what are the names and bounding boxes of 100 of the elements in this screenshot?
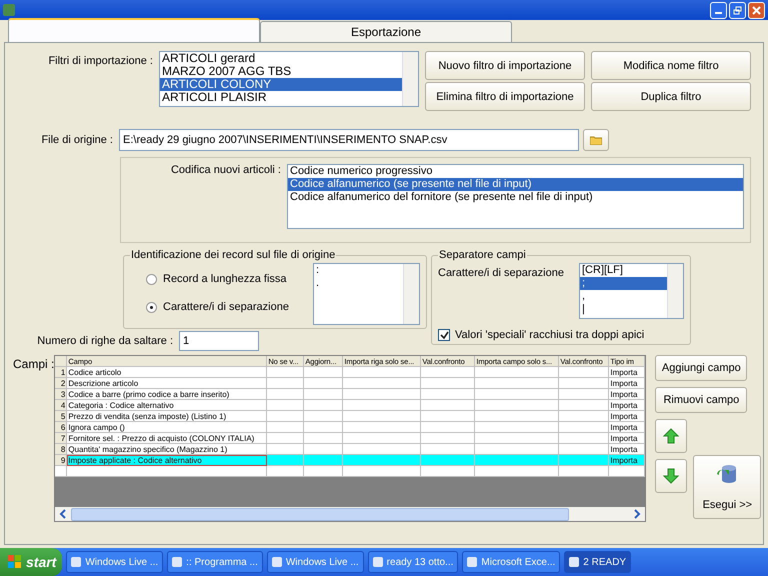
list-item[interactable]: ; <box>580 277 667 290</box>
up-arrow-icon <box>663 428 680 444</box>
database-icon <box>716 463 738 485</box>
taskbar-button[interactable]: 2 READY <box>564 551 632 573</box>
taskbar-button[interactable]: Windows Live ... <box>266 551 364 573</box>
restore-button[interactable] <box>729 2 746 18</box>
row-number: 4 <box>55 400 68 411</box>
minimize-icon <box>715 12 722 14</box>
table-row[interactable]: 6 Ignora campo () Importa <box>55 422 646 433</box>
list-item[interactable]: ARTICOLI PLAISIR <box>160 91 402 104</box>
list-item[interactable]: , <box>580 290 667 303</box>
coding-label: Codifica nuovi articoli : <box>170 164 282 176</box>
move-down-button[interactable] <box>655 459 688 493</box>
folder-icon <box>590 135 602 145</box>
list-item[interactable]: | <box>580 303 667 316</box>
list-item[interactable]: Codice numerico progressivo <box>288 165 743 178</box>
separator-list[interactable]: : . <box>313 263 420 325</box>
table-cell: Prezzo di vendita (senza imposte) (Listino 1) <box>67 411 268 422</box>
table-cell: Importa <box>609 400 646 411</box>
app-icon <box>3 4 15 16</box>
down-arrow-icon <box>663 468 680 484</box>
table-cell: Importa <box>609 422 646 433</box>
checkbox[interactable] <box>438 329 450 341</box>
tab[interactable]: Esportazione <box>260 21 512 42</box>
group-title: Separatore campi <box>438 249 527 261</box>
table-cell: Importa <box>609 378 646 389</box>
row-number: 8 <box>55 444 68 455</box>
row-number: 5 <box>55 411 68 422</box>
close-button[interactable] <box>748 2 765 18</box>
table-cell: Importa <box>609 433 646 444</box>
radio-button[interactable] <box>146 274 157 284</box>
list-item[interactable]: . <box>314 277 403 290</box>
windows-logo-icon <box>8 555 22 569</box>
radio-button[interactable] <box>146 302 157 312</box>
list-item[interactable]: ARTICOLI COLONY <box>160 78 402 91</box>
minimize-button[interactable] <box>710 2 727 18</box>
scrollbar[interactable] <box>667 264 683 318</box>
list-item[interactable]: MARZO 2007 AGG TBS <box>160 65 402 78</box>
fields-label: Campi : <box>13 356 54 371</box>
filter-button[interactable]: Duplica filtro <box>591 82 751 111</box>
move-up-button[interactable] <box>655 419 688 453</box>
close-icon <box>752 6 761 14</box>
separator-list[interactable]: [CR][LF] ; , | <box>579 263 684 319</box>
radio-label: Carattere/i di separazione <box>163 301 289 313</box>
filter-button[interactable]: Modifica nome filtro <box>591 51 751 80</box>
file-path-field[interactable]: E:\ready 29 giugno 2007\INSERIMENTI\INSERIMENTO SNAP.csv <box>119 129 579 151</box>
skip-rows-field[interactable]: 1 <box>179 331 259 351</box>
list-item[interactable]: : <box>314 264 403 277</box>
filters-list[interactable]: ARTICOLI gerard MARZO 2007 AGG TBS ARTICOLI COLONY ARTICOLI PLAISIR <box>159 51 419 107</box>
browse-button[interactable] <box>583 129 609 151</box>
checkbox-label: Valori 'speciali' racchiusi tra doppi apici <box>455 329 644 341</box>
list-item[interactable]: [CR][LF] <box>580 264 667 277</box>
start-button[interactable]: start <box>0 548 62 576</box>
table-cell: Codice articolo <box>67 367 268 378</box>
row-number: 6 <box>55 422 68 433</box>
table-row[interactable]: 4 Categoria : Codice alternativo Importa <box>55 400 646 411</box>
filter-button[interactable]: Elimina filtro di importazione <box>425 82 585 111</box>
filters-label: Filtri di importazione : <box>47 54 154 67</box>
table-row[interactable]: 5 Prezzo di vendita (senza imposte) (Listino 1) Importa <box>55 411 646 422</box>
scrollbar[interactable] <box>403 264 419 324</box>
table-cell: Descrizione articolo <box>67 378 268 389</box>
restore-icon <box>733 6 742 14</box>
table-row[interactable]: 3 Codice a barre (primo codice a barre inserito) Importa <box>55 389 646 400</box>
taskbar-button[interactable]: Microsoft Exce... <box>462 551 560 573</box>
table-row[interactable]: 7 Fornitore sel. : Prezzo di acquisto (COLONY ITALIA) Importa <box>55 433 646 444</box>
horizontal-scrollbar[interactable] <box>55 507 646 521</box>
file-label: File di origine : <box>40 134 114 146</box>
coding-list[interactable]: Codice numerico progressivo Codice alfanumerico (se presente nel file di input) Codice alfanumerico del fornitore (se presente nel file di input) <box>287 164 744 229</box>
row-number: 2 <box>55 378 68 389</box>
table-cell: Ignora campo () <box>67 422 268 433</box>
table-row[interactable]: 2 Descrizione articolo Importa <box>55 378 646 389</box>
table-cell: Fornitore sel. : Prezzo di acquisto (COLONY ITALIA) <box>67 433 268 444</box>
filter-button[interactable]: Nuovo filtro di importazione <box>425 51 585 80</box>
table-cell: Importa <box>609 455 646 466</box>
row-number: 1 <box>55 367 68 378</box>
row-number: 3 <box>55 389 68 400</box>
table-cell: Categoria : Codice alternativo <box>67 400 268 411</box>
radio-label: Record a lunghezza fissa <box>163 273 287 285</box>
skip-rows-label: Numero di righe da saltare : <box>36 335 174 347</box>
row-number: 7 <box>55 433 68 444</box>
table-cell: Importa <box>609 367 646 378</box>
list-item[interactable]: ARTICOLI gerard <box>160 52 402 65</box>
table-cell: Importa <box>609 389 646 400</box>
field-button[interactable]: Aggiungi campo <box>655 355 748 381</box>
row-number: 9 <box>55 455 68 466</box>
taskbar-button[interactable]: :: Programma ... <box>167 551 263 573</box>
taskbar-button[interactable]: Windows Live ... <box>66 551 164 573</box>
separator-label: Carattere/i di separazione <box>438 266 564 281</box>
scrollbar[interactable] <box>402 52 418 106</box>
list-item[interactable]: Codice alfanumerico del fornitore (se presente nel file di input) <box>288 191 743 204</box>
table-row[interactable]: 9 Imposte applicate : Codice alternativo Importa <box>55 455 646 466</box>
group-title: Identificazione dei record sul file di origine <box>130 249 336 261</box>
table-row[interactable]: 1 Codice articolo Importa <box>55 367 646 378</box>
run-button[interactable]: Esegui >> <box>693 455 762 519</box>
list-item[interactable]: Codice alfanumerico (se presente nel file di input) <box>288 178 743 191</box>
table-cell: Codice a barre (primo codice a barre inserito) <box>67 389 268 400</box>
field-button[interactable]: Rimuovi campo <box>655 387 748 413</box>
taskbar-button[interactable]: ready 13 otto... <box>368 551 458 573</box>
table-cell: Imposte applicate : Codice alternativo <box>67 455 268 466</box>
table-cell: Importa <box>609 411 646 422</box>
